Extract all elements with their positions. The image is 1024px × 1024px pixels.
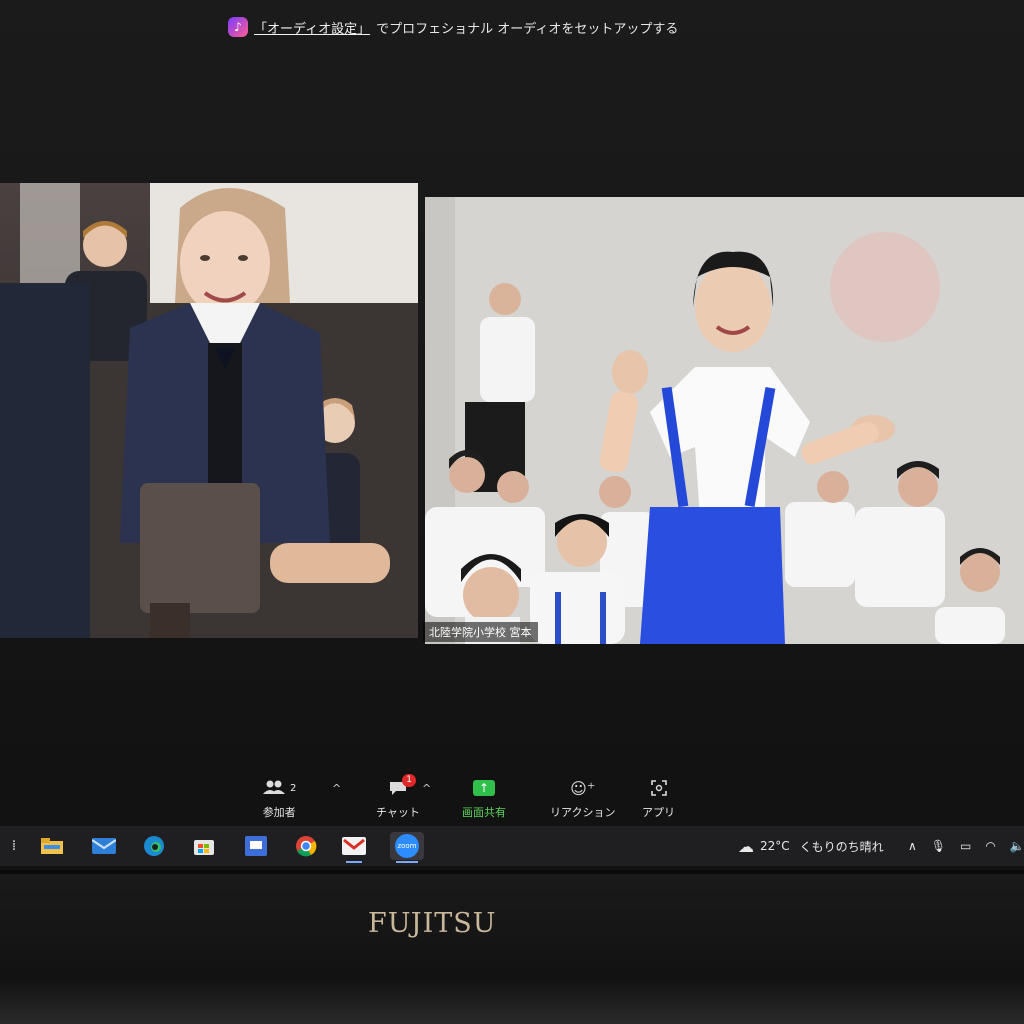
chat-button[interactable]: 1 チャット — [376, 774, 420, 820]
participant-name-label: 北陸学院小学校 宮本 — [423, 622, 538, 642]
weather-temp: 22°C — [760, 839, 790, 853]
apps-icon — [650, 776, 668, 800]
wifi-icon[interactable]: ◠ — [985, 839, 995, 853]
weather-text: くもりのち晴れ — [799, 839, 884, 854]
meeting-toolbar: 2 参加者 ^ 1 チャット ^ ↑ 画面共有 ☺⁺ リアクション アプリ — [250, 774, 700, 824]
banner-message: でプロフェショナル オーディオをセットアップする — [376, 21, 679, 37]
store-icon[interactable] — [190, 832, 218, 860]
audio-settings-banner: ♪ 「オーディオ設定」 でプロフェショナル オーディオをセットアップする — [228, 14, 678, 40]
show-hidden-icons-chevron-icon[interactable]: ∧ — [908, 839, 917, 853]
edge-browser-icon[interactable] — [140, 832, 168, 860]
video-tile-right[interactable] — [425, 197, 1024, 644]
share-screen-button[interactable]: ↑ 画面共有 — [462, 776, 506, 820]
audio-app-icon: ♪ — [228, 17, 248, 37]
mail-icon[interactable] — [90, 832, 118, 860]
zoom-logo-text: zoom — [395, 834, 419, 858]
participants-button[interactable]: 2 参加者 — [262, 776, 296, 820]
file-explorer-icon[interactable] — [38, 832, 66, 860]
speaker-icon[interactable]: 🔈 — [1010, 839, 1024, 853]
laptop-brand-logo: FUJITSU — [368, 908, 497, 939]
chat-icon: 1 — [388, 774, 416, 800]
microphone-icon[interactable]: 🎙 — [931, 839, 946, 853]
chat-label: チャット — [376, 806, 420, 819]
chrome-icon[interactable] — [292, 832, 320, 860]
audio-settings-link[interactable]: 「オーディオ設定」 — [254, 18, 370, 37]
apps-label: アプリ — [642, 806, 675, 819]
share-screen-label: 画面共有 — [462, 806, 506, 819]
reaction-icon: ☺⁺ — [570, 778, 596, 798]
zoom-app-icon[interactable]: zoom — [390, 832, 424, 863]
participants-label: 参加者 — [262, 806, 296, 819]
chat-caret-icon[interactable]: ^ — [422, 782, 431, 795]
laptop-bezel — [0, 874, 1024, 1024]
participants-count: 2 — [290, 782, 297, 794]
teams-screen-icon[interactable] — [242, 832, 270, 860]
participants-icon: 2 — [262, 776, 296, 800]
taskbar-edge-icon[interactable]: ⁞ — [0, 832, 28, 860]
participants-caret-icon[interactable]: ^ — [332, 782, 341, 795]
windows-taskbar: ⁞ zoom ☁ 22°C くもりのち晴れ ∧ 🎙 ▭ ◠ 🔈 — [0, 826, 1024, 866]
apps-button[interactable]: アプリ — [642, 776, 675, 820]
laptop-screen: ♪ 「オーディオ設定」 でプロフェショナル オーディオをセットアップする 北陸学… — [0, 0, 1024, 874]
weather-widget[interactable]: ☁ 22°C くもりのち晴れ — [738, 826, 884, 866]
system-tray: ∧ 🎙 ▭ ◠ 🔈 — [908, 826, 1024, 866]
reactions-button[interactable]: ☺⁺ リアクション — [550, 776, 615, 820]
share-screen-icon: ↑ — [473, 776, 495, 800]
cloud-sun-icon: ☁ — [738, 836, 754, 856]
video-tile-left[interactable] — [0, 183, 418, 638]
gmail-icon[interactable] — [340, 832, 368, 863]
reactions-label: リアクション — [550, 806, 616, 819]
video-feed-left — [0, 183, 418, 638]
battery-icon[interactable]: ▭ — [960, 839, 971, 853]
video-feed-right — [425, 197, 1024, 644]
chat-unread-badge: 1 — [402, 774, 416, 787]
